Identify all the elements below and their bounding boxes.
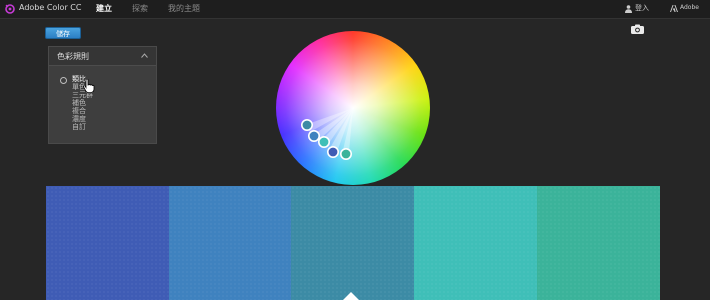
- nav-my-themes[interactable]: 我的主題: [168, 3, 200, 14]
- color-rule-title: 色彩規則: [57, 52, 89, 61]
- nav-explore[interactable]: 探索: [132, 3, 148, 14]
- nav-create[interactable]: 建立: [96, 3, 112, 14]
- color-rule-panel: 色彩規則 類比 單色 三元群 補色 複合 濃度 自訂: [48, 46, 157, 144]
- color-swatch-3[interactable]: [291, 186, 414, 300]
- color-swatch-2[interactable]: [169, 186, 291, 300]
- color-swatch-1[interactable]: [46, 186, 169, 300]
- adobe-logo-icon[interactable]: [670, 5, 678, 12]
- rule-item-complementary[interactable]: 補色: [72, 99, 86, 107]
- adobe-link[interactable]: Adobe: [680, 4, 699, 11]
- wheel-handle-5: [340, 148, 353, 161]
- wheel-handles: [300, 108, 353, 161]
- wheel-handle-3: [300, 119, 313, 132]
- radio-icon[interactable]: [60, 77, 67, 84]
- color-swatch-5[interactable]: [537, 186, 660, 300]
- wheel-handle-4: [317, 136, 330, 149]
- wheel-handle-2: [307, 130, 320, 143]
- app-title: Adobe Color CC: [19, 3, 82, 12]
- signin-link[interactable]: 登入: [635, 3, 649, 13]
- color-swatch-4[interactable]: [414, 186, 537, 300]
- rule-item-compound[interactable]: 複合: [72, 107, 86, 115]
- save-button[interactable]: 儲存: [45, 27, 81, 39]
- color-wheel[interactable]: [276, 31, 430, 185]
- color-rule-header[interactable]: 色彩規則: [49, 47, 156, 66]
- user-icon[interactable]: [625, 5, 632, 13]
- base-color-marker-icon: [343, 292, 359, 300]
- hand-cursor-icon: [83, 79, 95, 93]
- chevron-up-icon[interactable]: [141, 53, 148, 58]
- camera-icon[interactable]: [631, 24, 644, 34]
- logo-icon[interactable]: [4, 3, 16, 15]
- wheel-handle-1: [326, 146, 339, 159]
- rule-item-shades[interactable]: 濃度: [72, 115, 86, 123]
- rule-item-custom[interactable]: 自訂: [72, 123, 86, 131]
- top-bar: Adobe Color CC 建立 探索 我的主題 登入 Adobe: [0, 0, 710, 19]
